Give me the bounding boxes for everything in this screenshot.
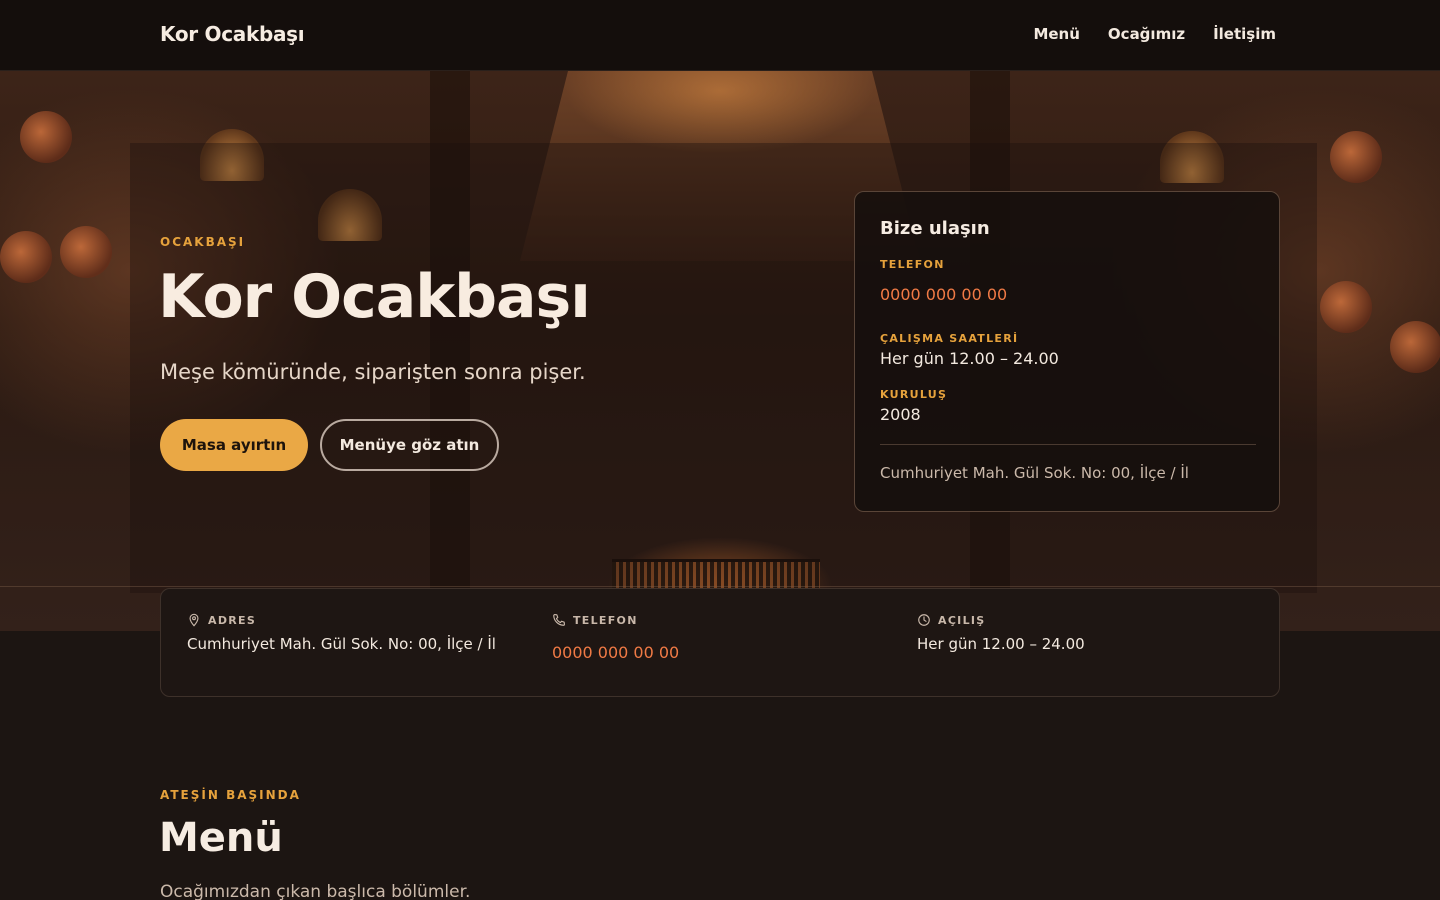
copper-pan-image [1320, 281, 1372, 333]
opening-block: AÇILIŞ Her gün 12.00 – 24.00 [917, 613, 1085, 654]
founded-value: 2008 [880, 405, 921, 424]
hero-eyebrow: OCAKBAŞI [160, 235, 246, 249]
copper-pan-image [0, 231, 52, 283]
phone-icon [553, 614, 565, 626]
hours-label: ÇALIŞMA SAATLERİ [880, 332, 1019, 345]
reserve-table-button[interactable]: Masa ayırtın [160, 419, 308, 471]
info-strip: ADRES Cumhuriyet Mah. Gül Sok. No: 00, İ… [160, 588, 1280, 697]
hours-value: Her gün 12.00 – 24.00 [880, 349, 1059, 368]
nav-link-menu[interactable]: Menü [1033, 25, 1079, 43]
opening-value: Her gün 12.00 – 24.00 [917, 635, 1085, 653]
menu-eyebrow: ATEŞİN BAŞINDA [160, 788, 301, 802]
address-label: ADRES [208, 613, 257, 627]
hero-title: Kor Ocakbaşı [158, 262, 591, 332]
map-pin-icon [189, 613, 199, 627]
nav-link-ocagimiz[interactable]: Ocağımız [1108, 25, 1185, 43]
address-block: ADRES Cumhuriyet Mah. Gül Sok. No: 00, İ… [187, 613, 496, 654]
strip-phone-label: TELEFON [573, 613, 638, 627]
menu-title: Menü [159, 815, 283, 861]
card-divider [880, 444, 1256, 445]
founded-label: KURULUŞ [880, 388, 948, 401]
contact-card: Bize ulaşın TELEFON 0000 000 00 00 ÇALIŞ… [854, 191, 1280, 512]
phone-label-row: TELEFON [552, 613, 679, 627]
opening-label: AÇILIŞ [938, 613, 986, 627]
copper-pan-image [1330, 131, 1382, 183]
opening-label-row: AÇILIŞ [917, 613, 1085, 627]
phone-link[interactable]: 0000 000 00 00 [880, 285, 1007, 304]
nav-link-iletisim[interactable]: İletişim [1213, 25, 1276, 43]
view-menu-button[interactable]: Menüye göz atın [320, 419, 499, 471]
copper-pan-image [60, 226, 112, 278]
phone-block: TELEFON 0000 000 00 00 [552, 613, 679, 663]
address-value: Cumhuriyet Mah. Gül Sok. No: 00, İlçe / … [187, 635, 496, 653]
address-label-row: ADRES [187, 613, 496, 627]
divider [0, 586, 1440, 587]
card-address: Cumhuriyet Mah. Gül Sok. No: 00, İlçe / … [880, 464, 1189, 482]
nav-links: Menü Ocağımız İletişim [1033, 25, 1276, 43]
copper-pan-image [20, 111, 72, 163]
hero-subtitle: Meşe kömüründe, siparişten sonra pişer. [160, 360, 586, 384]
strip-phone-link[interactable]: 0000 000 00 00 [552, 643, 679, 662]
clock-icon [918, 614, 930, 626]
copper-pan-image [1390, 321, 1440, 373]
brand-logo[interactable]: Kor Ocakbaşı [160, 22, 305, 46]
menu-subtitle: Ocağımızdan çıkan başlıca bölümler. [160, 882, 471, 900]
top-nav: Kor Ocakbaşı Menü Ocağımız İletişim [0, 0, 1440, 71]
phone-label: TELEFON [880, 258, 945, 271]
card-title: Bize ulaşın [880, 218, 990, 239]
